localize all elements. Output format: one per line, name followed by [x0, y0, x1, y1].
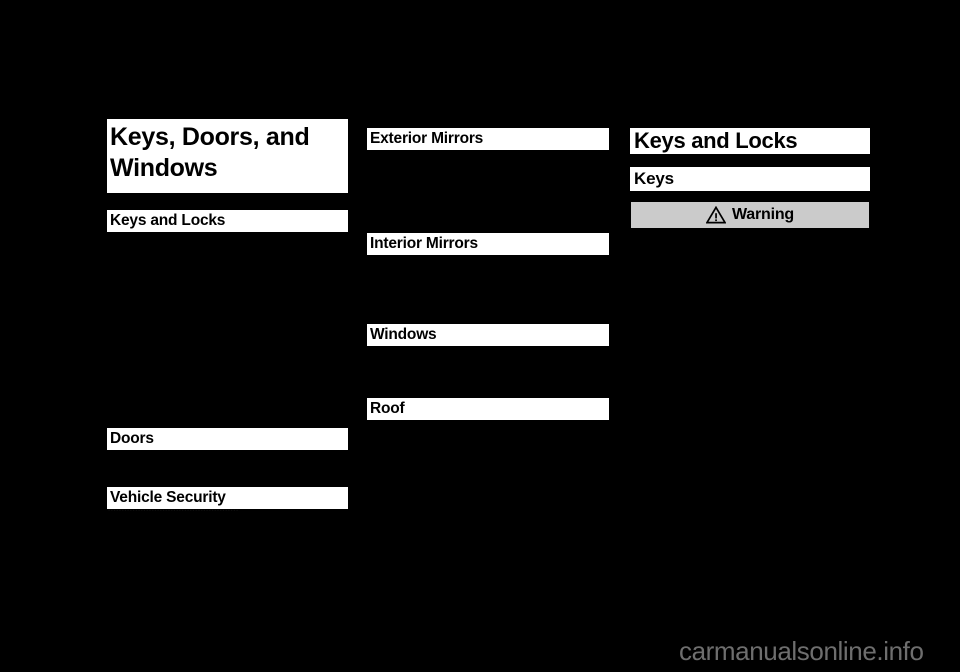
chapter-title: Keys, Doors, and Windows	[107, 119, 348, 193]
toc-heading-doors[interactable]: Doors	[107, 428, 348, 450]
chapter-title-line-1: Keys, Doors, and	[110, 123, 310, 151]
toc-heading-label: Roof	[370, 400, 405, 417]
warning-triangle-icon	[706, 206, 726, 224]
toc-heading-label: Doors	[110, 430, 154, 447]
warning-callout: Warning	[630, 199, 870, 231]
chapter-title-line-2: Windows	[110, 154, 218, 182]
toc-leader-line-residual: ........................................…	[108, 506, 239, 512]
toc-heading-label: Interior Mirrors	[370, 235, 478, 252]
toc-heading-roof[interactable]: Roof	[367, 398, 609, 420]
toc-heading-label: Exterior Mirrors	[370, 130, 484, 147]
subsection-heading-keys: Keys	[630, 167, 870, 191]
manual-page: Keys, Doors, and Windows Keys and Locks …	[0, 0, 960, 672]
section-heading-label: Keys and Locks	[634, 128, 798, 153]
toc-heading-keys-and-locks[interactable]: Keys and Locks	[107, 210, 348, 232]
toc-heading-label: Keys and Locks	[110, 212, 226, 229]
site-watermark: carmanualsonline.info	[679, 636, 924, 666]
subsection-heading-label: Keys	[634, 169, 674, 188]
section-heading-keys-and-locks: Keys and Locks	[630, 128, 870, 154]
toc-heading-label: Windows	[370, 326, 437, 343]
toc-heading-exterior-mirrors[interactable]: Exterior Mirrors	[367, 128, 609, 150]
warning-label: Warning	[732, 206, 794, 223]
toc-heading-windows[interactable]: Windows	[367, 324, 609, 346]
toc-heading-interior-mirrors[interactable]: Interior Mirrors	[367, 233, 609, 255]
toc-heading-label: Vehicle Security	[110, 489, 226, 506]
